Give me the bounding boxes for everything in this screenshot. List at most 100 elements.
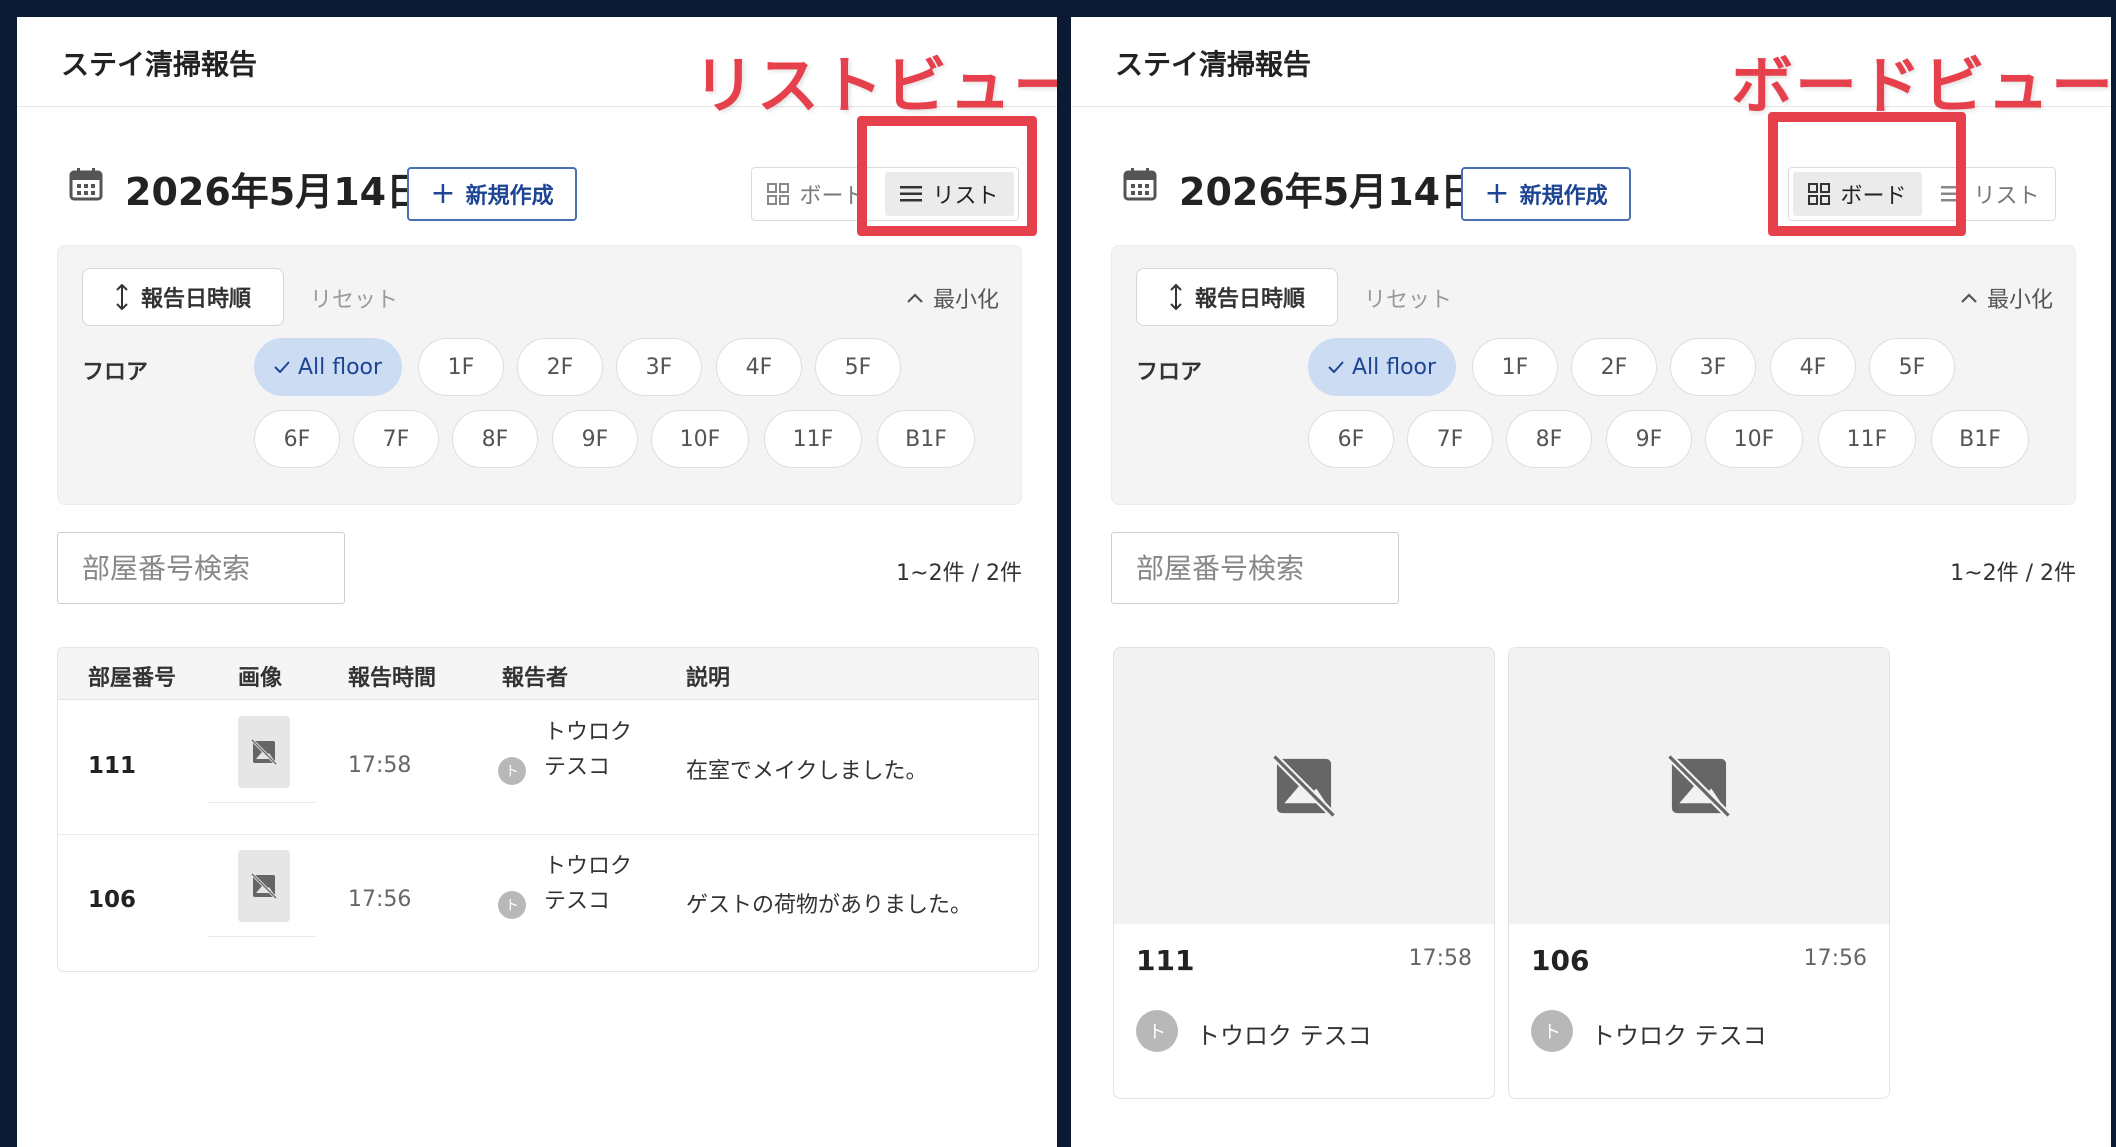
room-number: 106	[1531, 944, 1590, 977]
calendar-icon[interactable]	[1123, 167, 1157, 201]
floor-chip-7f[interactable]: 7F	[1407, 410, 1493, 468]
floor-label: フロア	[1136, 360, 1203, 385]
reset-link[interactable]: リセット	[310, 282, 398, 314]
table-header: 部屋番号 画像 報告時間 報告者 説明	[58, 648, 1038, 700]
report-image-thumbnail[interactable]	[238, 716, 290, 788]
sort-button[interactable]: 報告日時順	[82, 268, 284, 326]
sort-arrows-icon	[116, 284, 128, 310]
floor-chip-11f[interactable]: 11F	[1818, 410, 1916, 468]
sort-label: 報告日時順	[1194, 287, 1305, 312]
report-image-placeholder	[1114, 648, 1494, 924]
minimize-toggle[interactable]: 最小化	[1961, 282, 2053, 314]
list-view-panel: ステイ清掃報告 リストビュー 2026年5月14日 + 新規作成 ボード リスト	[17, 17, 1057, 1147]
floor-chip-6f[interactable]: 6F	[254, 410, 340, 468]
board-view-caption: ボードビュー	[1731, 49, 2111, 122]
new-report-button[interactable]: + 新規作成	[1461, 167, 1631, 221]
avatar: ト	[498, 757, 526, 785]
floor-chip-2f[interactable]: 2F	[517, 338, 603, 396]
floor-chip-11f[interactable]: 11F	[764, 410, 862, 468]
report-description: ゲストの荷物がありました。	[686, 893, 973, 918]
floor-chip-5f[interactable]: 5F	[1869, 338, 1955, 396]
floor-chip-6f[interactable]: 6F	[1308, 410, 1394, 468]
divider	[208, 802, 316, 803]
floor-chip-1f[interactable]: 1F	[1472, 338, 1558, 396]
board-view-label: ボード	[1840, 184, 1907, 209]
avatar: ト	[1531, 1010, 1573, 1052]
column-header-reporter[interactable]: 報告者	[502, 660, 568, 692]
floor-chip-9f[interactable]: 9F	[1606, 410, 1692, 468]
reporter-name: トウロク テスコ	[544, 854, 633, 914]
check-icon	[1328, 361, 1344, 373]
room-number: 106	[88, 887, 137, 913]
list-icon	[900, 186, 923, 202]
floor-chip-b1f[interactable]: B1F	[877, 410, 975, 468]
floor-chip-5f[interactable]: 5F	[815, 338, 901, 396]
floor-chip-8f[interactable]: 8F	[452, 410, 538, 468]
list-view-caption: リストビュー	[693, 49, 1057, 122]
floor-chip-3f[interactable]: 3F	[616, 338, 702, 396]
floor-chip-4f[interactable]: 4F	[716, 338, 802, 396]
column-header-room[interactable]: 部屋番号	[88, 660, 176, 692]
new-report-button[interactable]: + 新規作成	[407, 167, 577, 221]
current-date[interactable]: 2026年5月14日	[125, 161, 424, 216]
sort-button[interactable]: 報告日時順	[1136, 268, 1338, 326]
list-view-button[interactable]: リスト	[885, 172, 1014, 216]
sort-label: 報告日時順	[140, 287, 251, 312]
room-number: 111	[88, 753, 137, 779]
floor-chip-8f[interactable]: 8F	[1506, 410, 1592, 468]
reporter-name: トウロク テスコ	[544, 720, 633, 780]
filter-panel: 報告日時順 リセット 最小化 フロア All floor 1F 2F 3F 4F…	[57, 245, 1022, 505]
floor-chip-9f[interactable]: 9F	[552, 410, 638, 468]
table-row[interactable]: 111 17:58 ト トウロク テスコ 在室でメイクしました。	[58, 701, 1038, 835]
floor-chip-3f[interactable]: 3F	[1670, 338, 1756, 396]
divider	[208, 936, 316, 937]
floor-chip-4f[interactable]: 4F	[1770, 338, 1856, 396]
floor-chip-2f[interactable]: 2F	[1571, 338, 1657, 396]
date-toolbar: 2026年5月14日 + 新規作成 ボード リスト	[17, 147, 1057, 221]
calendar-icon[interactable]	[69, 167, 103, 201]
report-table: 部屋番号 画像 報告時間 報告者 説明 111 17:58 ト トウロク テスコ…	[57, 647, 1039, 972]
report-image-placeholder	[1509, 648, 1889, 924]
board-view-button[interactable]: ボード	[752, 168, 881, 220]
no-image-icon	[251, 739, 277, 765]
reporter-name: トウロク テスコ	[1591, 1022, 1767, 1050]
floor-chip-b1f[interactable]: B1F	[1931, 410, 2029, 468]
grid-icon	[1808, 183, 1831, 205]
room-search-input[interactable]	[1111, 532, 1399, 604]
floor-chip-10f[interactable]: 10F	[651, 410, 749, 468]
chevron-up-icon	[907, 293, 923, 303]
column-header-time[interactable]: 報告時間	[348, 660, 436, 692]
view-toggle: ボード リスト	[1788, 167, 2056, 221]
table-row[interactable]: 106 17:56 ト トウロク テスコ ゲストの荷物がありました。	[58, 835, 1038, 969]
current-date[interactable]: 2026年5月14日	[1179, 161, 1478, 216]
avatar: ト	[1136, 1010, 1178, 1052]
floor-chip-1f[interactable]: 1F	[418, 338, 504, 396]
report-description: 在室でメイクしました。	[686, 759, 928, 784]
floor-chip-10f[interactable]: 10F	[1705, 410, 1803, 468]
minimize-label: 最小化	[932, 288, 999, 313]
report-card[interactable]: 111 17:58 ト トウロク テスコ	[1113, 647, 1495, 1099]
floor-chip-all[interactable]: All floor	[1308, 338, 1456, 396]
minimize-toggle[interactable]: 最小化	[907, 282, 999, 314]
list-view-button[interactable]: リスト	[1926, 168, 2055, 220]
board-view-label: ボード	[799, 184, 866, 209]
chevron-up-icon	[1961, 293, 1977, 303]
app-title: ステイ清掃報告	[1115, 48, 1312, 81]
room-search-input[interactable]	[57, 532, 345, 604]
board-view-button[interactable]: ボード	[1793, 172, 1922, 216]
floor-chip-7f[interactable]: 7F	[353, 410, 439, 468]
report-card[interactable]: 106 17:56 ト トウロク テスコ	[1508, 647, 1890, 1099]
new-report-label: 新規作成	[1519, 184, 1608, 209]
plus-icon: +	[1484, 176, 1510, 211]
list-view-label: リスト	[1973, 184, 2040, 209]
avatar: ト	[498, 891, 526, 919]
floor-chip-all[interactable]: All floor	[254, 338, 402, 396]
sort-arrows-icon	[1170, 284, 1182, 310]
list-view-label: リスト	[932, 184, 999, 209]
column-header-image: 画像	[238, 666, 283, 691]
view-toggle: ボード リスト	[751, 167, 1019, 221]
result-count: 1~2件 / 2件	[896, 561, 1022, 586]
filter-panel: 報告日時順 リセット 最小化 フロア All floor 1F 2F 3F 4F…	[1111, 245, 2076, 505]
report-image-thumbnail[interactable]	[238, 850, 290, 922]
reset-link[interactable]: リセット	[1364, 282, 1452, 314]
